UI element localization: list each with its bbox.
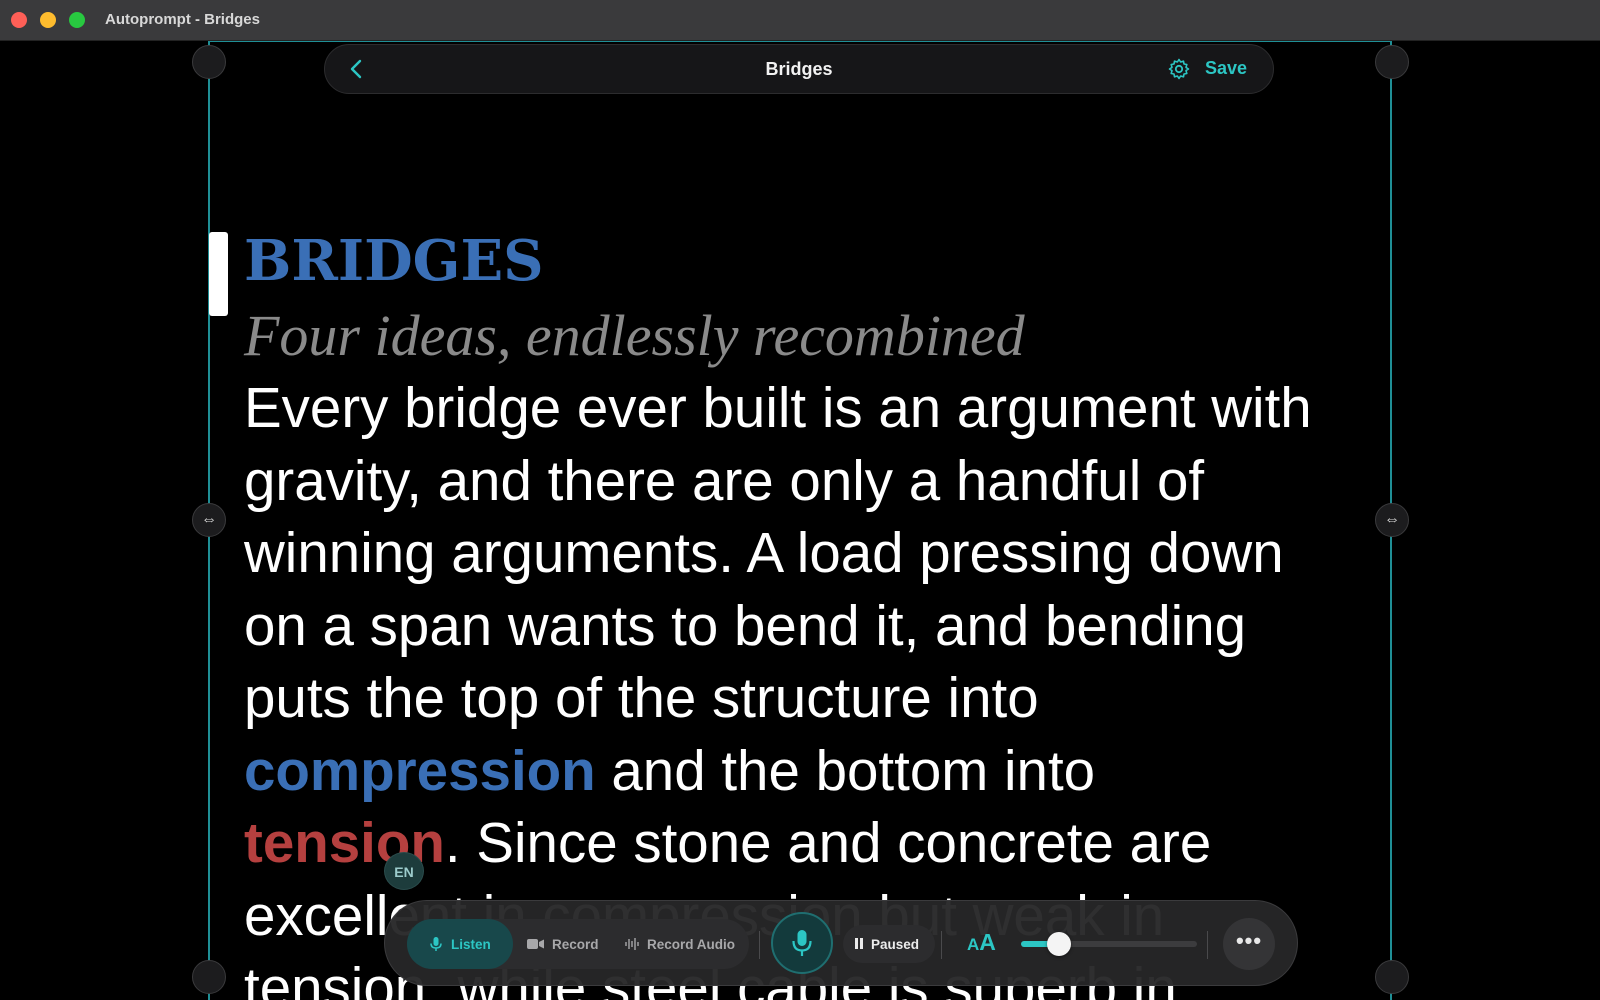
pause-icon [855, 937, 865, 952]
keyword-compression: compression [244, 738, 596, 802]
more-options-button[interactable]: ••• [1223, 918, 1275, 970]
script-line: on a span wants to bend it, and bending [244, 593, 1247, 657]
record-audio-label: Record Audio [647, 936, 736, 952]
listen-label: Listen [451, 936, 491, 952]
window-title: Autoprompt - Bridges [105, 11, 260, 28]
script-line: Every bridge ever built is an argument w… [244, 376, 1312, 439]
reading-position-marker[interactable] [209, 232, 228, 316]
listen-mode-button[interactable]: Listen [407, 919, 513, 969]
status-label: Paused [871, 936, 920, 952]
close-window-button[interactable] [11, 12, 27, 28]
minimize-window-button[interactable] [40, 12, 56, 28]
resize-handle-left[interactable]: ⇔ [192, 503, 226, 537]
divider [941, 931, 942, 959]
control-bar: Listen Record Record Audio Paused AA ••• [384, 900, 1298, 986]
script-title: BRIDGES [244, 228, 544, 294]
divider [1207, 931, 1208, 959]
waveform-icon [625, 938, 639, 950]
save-button[interactable]: Save [1205, 58, 1247, 79]
script-text: and the bottom into [595, 738, 1096, 802]
settings-button[interactable] [1167, 57, 1191, 81]
divider [759, 931, 760, 959]
script-line: compression and the bottom into [244, 735, 1384, 808]
microphone-icon [430, 937, 442, 951]
microphone-button[interactable] [771, 912, 833, 974]
horizontal-resize-icon: ⇔ [201, 511, 217, 528]
script-line: gravity, and there are only a handful of [244, 448, 1205, 512]
font-size-icon: AA [967, 929, 996, 955]
app-window: Autoprompt - Bridges ⇔ ⇔ Bridges Save BR… [0, 0, 1600, 1000]
gear-icon [1168, 58, 1190, 80]
record-mode-button[interactable]: Record [527, 919, 599, 969]
font-size-slider-thumb[interactable] [1047, 932, 1072, 956]
record-audio-mode-button[interactable]: Record Audio [625, 919, 735, 969]
script-line: winning arguments. A load pressing down [244, 521, 1284, 584]
script-subtitle: Four ideas, endlessly recombined [244, 303, 1025, 368]
resize-handle-top-left[interactable] [192, 45, 226, 79]
document-title: Bridges [765, 59, 833, 79]
mode-selector: Listen Record Record Audio [407, 919, 749, 969]
font-size-slider[interactable] [1021, 932, 1197, 956]
video-camera-icon [527, 939, 544, 949]
language-badge[interactable]: EN [384, 852, 424, 890]
script-text: . Since stone and concrete are [444, 811, 1212, 874]
horizontal-resize-icon: ⇔ [1384, 511, 1400, 528]
resize-handle-bottom-left[interactable] [192, 960, 226, 994]
playback-status-button[interactable]: Paused [843, 925, 936, 963]
script-line: puts the top of the structure into [244, 666, 1039, 729]
record-label: Record [552, 936, 599, 952]
resize-handle-top-right[interactable] [1375, 45, 1409, 79]
zoom-window-button[interactable] [69, 12, 85, 28]
document-top-bar: Bridges Save [324, 44, 1274, 94]
microphone-icon [792, 930, 812, 956]
title-bar: Autoprompt - Bridges [0, 0, 1600, 41]
